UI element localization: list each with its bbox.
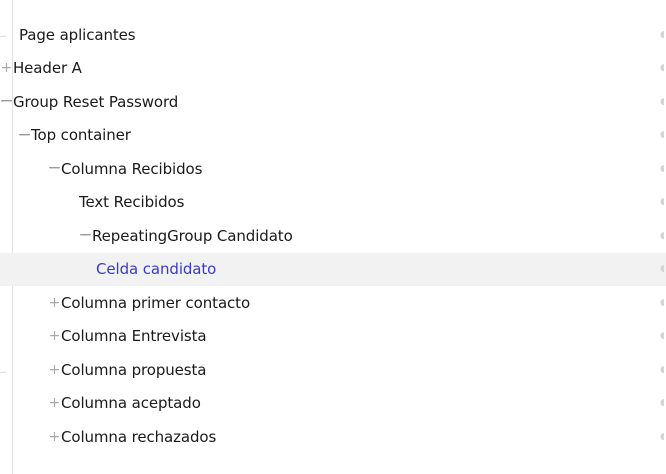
minus-icon[interactable]: −	[0, 93, 14, 110]
tree-item-label: Celda candidato	[96, 260, 217, 279]
plus-icon[interactable]: +	[48, 363, 61, 377]
eye-icon[interactable]: ◖	[660, 265, 666, 274]
eye-icon[interactable]: ◖	[660, 231, 666, 240]
tree-item-label: Text Recibidos	[79, 193, 185, 212]
tree-item-label: Group Reset Password	[13, 92, 179, 111]
eye-icon[interactable]: ◖	[660, 97, 666, 106]
plus-icon[interactable]: +	[48, 329, 61, 343]
tree-item-header-a[interactable]: + Header A ◖	[0, 52, 666, 86]
tree-item-label: RepeatingGroup Candidato	[92, 226, 293, 245]
tree-item-group-reset-password[interactable]: − Group Reset Password ◖	[0, 85, 666, 119]
tree-item-label: Columna Recibidos	[61, 159, 203, 178]
eye-icon[interactable]: ◖	[660, 64, 666, 73]
tree-item-columna-rechazados[interactable]: + Columna rechazados ◖	[0, 420, 666, 454]
tree-item-columna-aceptado[interactable]: + Columna aceptado ◖	[0, 387, 666, 421]
element-tree: Page aplicantes ◖ + Header A ◖ − Group R…	[0, 18, 666, 454]
tree-item-label: Page aplicantes	[19, 25, 136, 44]
tree-item-label: Top container	[31, 126, 131, 145]
tree-item-columna-propuesta[interactable]: + Columna propuesta ◖	[0, 353, 666, 387]
tree-item-label: Columna primer contacto	[61, 293, 251, 312]
tree-item-page-aplicantes[interactable]: Page aplicantes ◖	[0, 18, 666, 52]
plus-icon[interactable]: +	[48, 430, 61, 444]
tree-item-text-recibidos[interactable]: Text Recibidos ◖	[0, 186, 666, 220]
eye-icon[interactable]: ◖	[660, 399, 666, 408]
eye-icon[interactable]: ◖	[660, 365, 666, 374]
eye-icon[interactable]: ◖	[660, 432, 666, 441]
eye-icon[interactable]: ◖	[660, 131, 666, 140]
eye-icon[interactable]: ◖	[660, 164, 666, 173]
tree-item-columna-primer-contacto[interactable]: + Columna primer contacto ◖	[0, 286, 666, 320]
tree-item-label: Columna propuesta	[61, 360, 207, 379]
tree-item-columna-recibidos[interactable]: − Columna Recibidos ◖	[0, 152, 666, 186]
eye-icon[interactable]: ◖	[660, 332, 666, 341]
plus-icon[interactable]: +	[48, 396, 61, 410]
tree-item-repeatinggroup-candidato[interactable]: − RepeatingGroup Candidato ◖	[0, 219, 666, 253]
eye-icon[interactable]: ◖	[660, 298, 666, 307]
tree-item-label: Columna rechazados	[61, 427, 217, 446]
minus-icon[interactable]: −	[17, 126, 31, 144]
minus-icon[interactable]: −	[78, 227, 92, 244]
tree-item-celda-candidato[interactable]: Celda candidato ◖	[0, 252, 666, 286]
tree-item-label: Columna Entrevista	[61, 327, 207, 346]
plus-icon[interactable]: +	[0, 61, 13, 75]
tree-item-columna-entrevista[interactable]: + Columna Entrevista ◖	[0, 320, 666, 354]
tree-item-label: Columna aceptado	[61, 394, 201, 413]
tree-item-top-container[interactable]: − Top container ◖	[0, 119, 666, 153]
eye-icon[interactable]: ◖	[660, 198, 666, 207]
eye-icon[interactable]: ◖	[660, 30, 666, 39]
minus-icon[interactable]: −	[47, 160, 61, 177]
tree-item-label: Header A	[13, 59, 82, 78]
plus-icon[interactable]: +	[48, 296, 61, 310]
